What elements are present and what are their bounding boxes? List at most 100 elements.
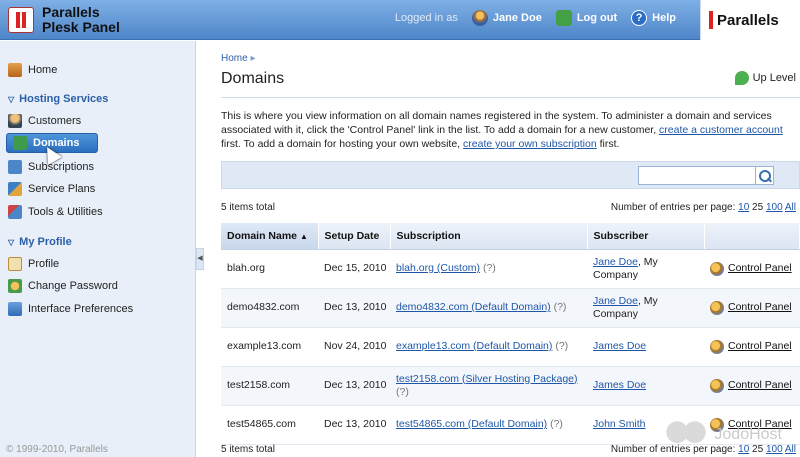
- column-domain-name[interactable]: Domain Name ▲: [221, 223, 319, 250]
- control-panel-icon: [710, 378, 724, 393]
- subscription-help-icon[interactable]: (?): [396, 386, 409, 398]
- customers-icon: [8, 114, 22, 128]
- actions-cell: Control Panel: [704, 366, 800, 406]
- subscription-help-icon[interactable]: (?): [554, 301, 567, 313]
- subscriber-link[interactable]: Jane Doe: [593, 256, 638, 268]
- jodohost-watermark: JodoHost: [664, 421, 782, 449]
- search-icon[interactable]: [756, 166, 774, 185]
- table-header-row: Domain Name ▲ Setup Date Subscription Su…: [221, 223, 800, 250]
- logout-link[interactable]: Log out: [555, 10, 617, 26]
- subscription-link[interactable]: blah.org (Custom): [396, 262, 480, 274]
- subscription-help-icon[interactable]: (?): [550, 418, 563, 430]
- subscriber-link[interactable]: James Doe: [593, 340, 646, 352]
- plesk-logo[interactable]: Parallels Plesk Panel: [8, 5, 120, 35]
- parallels-bars-icon: [709, 11, 713, 29]
- items-total-top: 5 items total: [221, 202, 275, 213]
- table-row: test2158.com Dec 13, 2010 test2158.com (Si…: [221, 366, 800, 406]
- sort-asc-icon: ▲: [299, 231, 308, 241]
- subscription-link[interactable]: demo4832.com (Default Domain): [396, 301, 551, 313]
- help-link[interactable]: ? Help: [631, 10, 676, 26]
- control-panel-link[interactable]: Control Panel: [710, 339, 800, 354]
- per-page-10[interactable]: 10: [738, 202, 749, 213]
- page-description: This is where you view information on al…: [221, 110, 783, 150]
- sidebar-item-tools-utilities[interactable]: Tools & Utilities: [8, 202, 103, 222]
- subscription-cell: blah.org (Custom) (?): [390, 249, 587, 289]
- search-bar: [221, 161, 800, 189]
- home-icon: [8, 63, 22, 77]
- subscription-link[interactable]: test2158.com (Silver Hosting Package): [396, 373, 578, 385]
- sidebar-item-interface-preferences[interactable]: Interface Preferences: [8, 299, 133, 319]
- subscription-help-icon[interactable]: (?): [483, 262, 496, 274]
- sidebar-item-service-plans[interactable]: Service Plans: [8, 179, 95, 199]
- tools-icon: [8, 205, 22, 219]
- column-subscription[interactable]: Subscription: [390, 223, 588, 250]
- sidebar-collapse-handle[interactable]: ◀: [196, 248, 204, 270]
- subscription-help-icon[interactable]: (?): [555, 340, 568, 352]
- product-name-line1: Parallels: [42, 4, 100, 20]
- main-content: Home ▸ Domains Up Level This is where yo…: [207, 41, 800, 457]
- header-user-area: Logged in as Jane Doe Log out ? Help: [395, 10, 690, 26]
- column-actions: [704, 223, 800, 250]
- subscriber-cell: Jane Doe, My Company: [587, 288, 704, 328]
- subscription-cell: demo4832.com (Default Domain) (?): [390, 288, 587, 328]
- domain-name-cell: blah.org: [221, 249, 318, 289]
- logged-in-label: Logged in as: [394, 12, 458, 24]
- per-page-25[interactable]: 25: [752, 202, 763, 213]
- search-input[interactable]: [638, 166, 756, 185]
- subscription-cell: test54865.com (Default Domain) (?): [390, 405, 587, 445]
- sidebar-item-customers[interactable]: Customers: [8, 111, 81, 131]
- subscription-cell: test2158.com (Silver Hosting Package) (?…: [390, 366, 587, 406]
- create-own-subscription-link[interactable]: create your own subscription: [463, 138, 597, 150]
- setup-date-cell: Dec 13, 2010: [318, 405, 390, 445]
- control-panel-icon: [710, 300, 724, 315]
- actions-cell: Control Panel: [704, 288, 800, 328]
- up-level-link[interactable]: Up Level: [734, 71, 796, 85]
- per-page-all[interactable]: All: [785, 202, 796, 213]
- domain-name-cell: test54865.com: [221, 405, 318, 445]
- items-total-bottom: 5 items total: [221, 444, 275, 455]
- table-row: demo4832.com Dec 13, 2010 demo4832.com (De…: [221, 288, 800, 328]
- sidebar-item-change-password[interactable]: Change Password: [8, 276, 118, 296]
- create-customer-account-link[interactable]: create a customer account: [659, 124, 783, 136]
- column-subscriber[interactable]: Subscriber: [587, 223, 705, 250]
- subscription-link[interactable]: test54865.com (Default Domain): [396, 418, 547, 430]
- parallels-brand-logo[interactable]: Parallels: [700, 0, 800, 40]
- sidebar-item-profile[interactable]: Profile: [8, 254, 59, 274]
- people-watermark-icon: [664, 421, 709, 449]
- per-page-100[interactable]: 100: [766, 202, 783, 213]
- subscriber-link[interactable]: James Doe: [593, 379, 646, 391]
- user-name-link[interactable]: Jane Doe: [471, 10, 542, 26]
- collapse-triangle-icon: ▽: [8, 94, 15, 104]
- table-row: example13.com Nov 24, 2010 example13.com (…: [221, 327, 800, 367]
- domains-table: Domain Name ▲ Setup Date Subscription Su…: [221, 223, 800, 445]
- subscriber-cell: James Doe: [587, 366, 704, 406]
- copyright: © 1999-2010, Parallels: [6, 444, 108, 455]
- breadcrumb-arrow-icon: ▸: [250, 53, 256, 64]
- subscription-link[interactable]: example13.com (Default Domain): [396, 340, 552, 352]
- subscriber-link[interactable]: Jane Doe: [593, 295, 638, 307]
- breadcrumb[interactable]: Home ▸: [221, 53, 256, 64]
- table-row: blah.org Dec 15, 2010 blah.org (Custom) (?…: [221, 249, 800, 289]
- per-page-all[interactable]: All: [785, 444, 796, 455]
- subscription-cell: example13.com (Default Domain) (?): [390, 327, 587, 367]
- column-setup-date[interactable]: Setup Date: [318, 223, 391, 250]
- profile-icon: [8, 257, 22, 271]
- control-panel-link[interactable]: Control Panel: [710, 261, 800, 276]
- section-my-profile[interactable]: ▽ My Profile: [8, 236, 72, 248]
- actions-cell: Control Panel: [704, 249, 800, 289]
- subscriber-cell: James Doe: [587, 327, 704, 367]
- setup-date-cell: Dec 13, 2010: [318, 366, 390, 406]
- domain-name-cell: example13.com: [221, 327, 318, 367]
- section-hosting-services[interactable]: ▽ Hosting Services: [8, 93, 108, 105]
- subscriber-cell: Jane Doe, My Company: [587, 249, 704, 289]
- subscriber-link[interactable]: John Smith: [593, 418, 646, 430]
- help-icon: ?: [631, 10, 648, 26]
- control-panel-icon: [710, 339, 724, 354]
- control-panel-link[interactable]: Control Panel: [710, 378, 800, 393]
- sidebar-item-home[interactable]: Home: [8, 60, 57, 80]
- up-level-icon: [734, 71, 749, 85]
- actions-cell: Control Panel: [704, 327, 800, 367]
- user-icon: [471, 10, 488, 26]
- control-panel-link[interactable]: Control Panel: [710, 300, 800, 315]
- key-icon: [8, 279, 22, 293]
